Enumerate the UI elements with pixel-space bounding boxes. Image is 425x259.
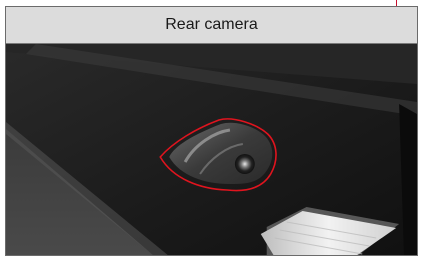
- rear-camera-photo: [6, 44, 417, 255]
- camera-lens: [234, 154, 255, 174]
- figure-title: Rear camera: [6, 7, 417, 44]
- figure-frame: Rear camera: [5, 6, 418, 256]
